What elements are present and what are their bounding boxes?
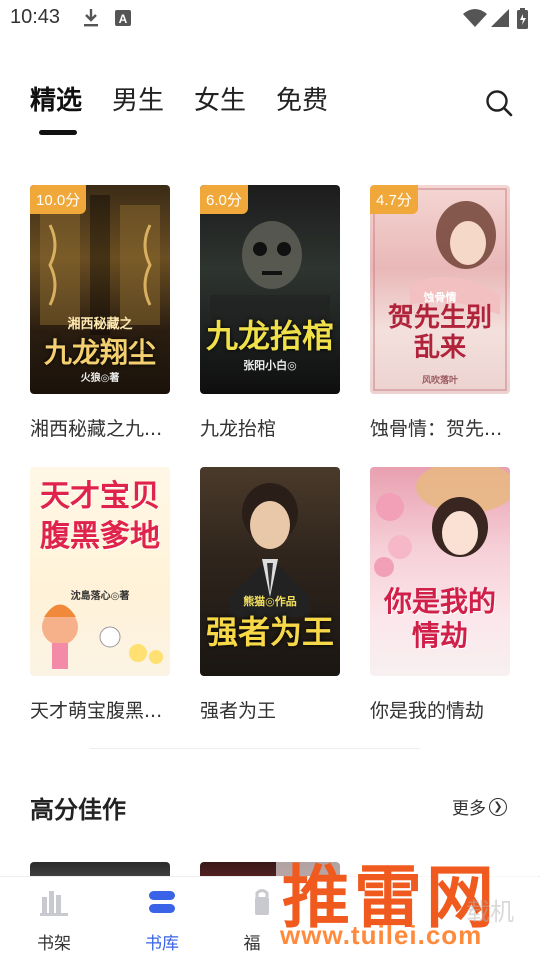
book-title[interactable]: 九龙抬棺 <box>200 414 340 441</box>
tab-free[interactable]: 免费 <box>276 82 328 122</box>
cover-author-text: 火狼◎著 <box>80 373 120 384</box>
book-card[interactable]: 九龙抬棺 张阳小白◎ 6.0分 九龙抬棺 <box>200 185 340 441</box>
tab-male[interactable]: 男生 <box>112 82 164 122</box>
cover-title-text: 九龙抬棺 <box>205 317 334 355</box>
status-bar: 10:43 A <box>0 0 540 36</box>
download-icon <box>84 9 98 27</box>
score-badge: 4.7分 <box>370 185 418 214</box>
cover-author-text: 张阳小白◎ <box>243 359 297 372</box>
signal-icon <box>491 9 509 27</box>
category-tabs: 精选 男生 女生 免费 <box>30 82 358 122</box>
battery-icon <box>517 8 528 29</box>
search-icon[interactable] <box>484 88 514 118</box>
cover-author-text: 风吹落叶 <box>421 376 458 386</box>
section-divider <box>90 748 420 749</box>
score-badge: 10.0分 <box>30 185 87 214</box>
library-icon <box>149 891 175 913</box>
watermark-url: www.tuilei.com <box>280 920 483 950</box>
cover-top-text: 湘西秘藏之 <box>67 317 133 332</box>
more-link[interactable]: 更多 ❯ <box>452 794 507 819</box>
tab-female[interactable]: 女生 <box>194 82 246 122</box>
section-title: 高分佳作 <box>30 796 126 824</box>
cover-title-text: 强者为王 <box>205 613 334 651</box>
watermark: 推雷网 载机 www.tuilei.com <box>276 840 538 958</box>
book-card[interactable]: 蚀骨情 贺先生别乱来 风吹落叶 4.7分 蚀骨情：贺先... <box>370 185 510 441</box>
nav-library[interactable]: 书库 <box>122 877 202 960</box>
nav-label: 书架 <box>37 934 71 954</box>
cover-title-text: 天才宝贝腹黑爹地 <box>40 479 160 554</box>
nav-label: 书库 <box>145 934 179 954</box>
book-cover[interactable]: 蚀骨情 贺先生别乱来 风吹落叶 4.7分 <box>370 185 510 394</box>
gift-icon <box>255 889 269 915</box>
bookshelf-icon <box>40 891 68 916</box>
book-card[interactable]: 湘西秘藏之 九龙翔尘 火狼◎著 10.0分 湘西秘藏之九... <box>30 185 170 441</box>
nav-bookshelf[interactable]: 书架 <box>14 877 94 960</box>
cover-title-text: 你是我的情劫 <box>383 585 496 652</box>
book-cover[interactable]: 九龙抬棺 张阳小白◎ 6.0分 <box>200 185 340 394</box>
wifi-icon <box>463 9 487 27</box>
book-title[interactable]: 湘西秘藏之九... <box>30 414 170 441</box>
cover-title-text: 贺先生别乱来 <box>387 303 492 363</box>
book-title[interactable]: 天才萌宝腹黑... <box>30 696 170 723</box>
text-a-icon: A <box>115 10 131 26</box>
book-card[interactable]: 熊猫◎作品 强者为王 强者为王 <box>200 467 340 723</box>
book-title[interactable]: 你是我的情劫 <box>370 696 510 723</box>
chevron-right-icon: ❯ <box>489 797 507 816</box>
tab-featured[interactable]: 精选 <box>30 82 82 122</box>
cover-title-text: 九龙翔尘 <box>43 336 156 369</box>
status-time: 10:43 <box>10 6 61 28</box>
score-badge: 6.0分 <box>200 185 248 214</box>
cover-author-text: 沈島落心◎著 <box>70 591 130 602</box>
book-cover[interactable]: 湘西秘藏之 九龙翔尘 火狼◎著 10.0分 <box>30 185 170 394</box>
svg-text:A: A <box>119 12 128 26</box>
book-title[interactable]: 强者为王 <box>200 696 340 723</box>
book-card[interactable]: 你是我的情劫 你是我的情劫 <box>370 467 510 723</box>
book-card[interactable]: 天才宝贝腹黑爹地 沈島落心◎著 天才萌宝腹黑... <box>30 467 170 723</box>
more-label: 更多 <box>452 799 486 819</box>
book-cover[interactable]: 熊猫◎作品 强者为王 <box>200 467 340 676</box>
book-title[interactable]: 蚀骨情：贺先... <box>370 414 510 441</box>
book-cover[interactable]: 你是我的情劫 <box>370 467 510 676</box>
book-cover[interactable]: 天才宝贝腹黑爹地 沈島落心◎著 <box>30 467 170 676</box>
active-tab-indicator <box>39 130 77 135</box>
